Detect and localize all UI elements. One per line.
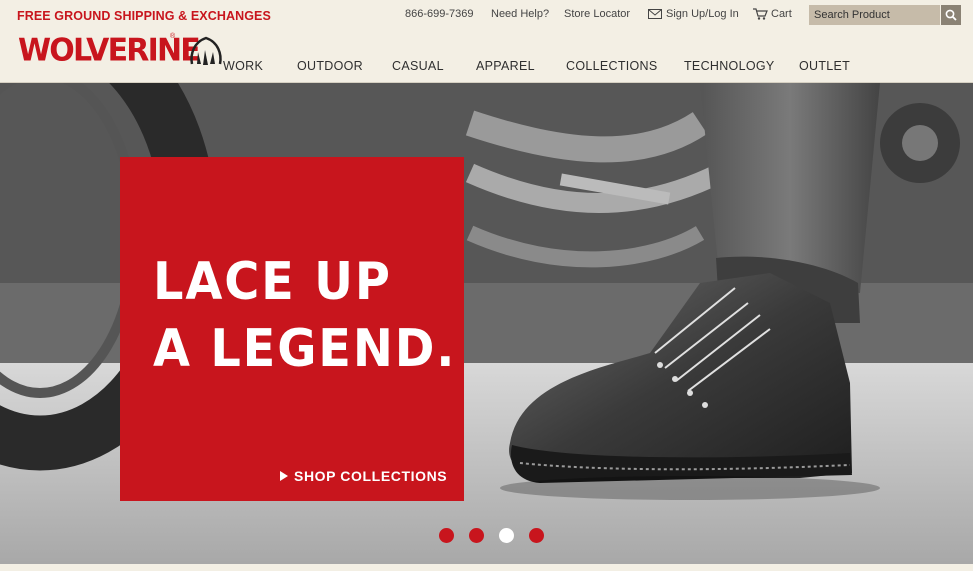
carousel-dot-1[interactable] xyxy=(439,528,454,543)
nav-outlet[interactable]: OUTLET xyxy=(799,59,850,73)
cart-label: Cart xyxy=(771,8,792,20)
nav-collections[interactable]: COLLECTIONS xyxy=(566,59,658,73)
envelope-icon xyxy=(648,9,662,19)
claw-logo-icon xyxy=(190,36,222,65)
need-help-link[interactable]: Need Help? xyxy=(491,8,549,20)
wolverine-logo[interactable]: WOLVERINE ® xyxy=(18,32,222,69)
free-shipping-promo[interactable]: FREE GROUND SHIPPING & EXCHANGES xyxy=(17,9,271,23)
search-input[interactable] xyxy=(809,5,940,25)
nav-apparel[interactable]: APPAREL xyxy=(476,59,535,73)
shop-collections-link[interactable]: SHOP COLLECTIONS xyxy=(280,468,447,484)
carousel-dot-3[interactable] xyxy=(499,528,514,543)
carousel-dot-2[interactable] xyxy=(469,528,484,543)
nav-technology[interactable]: TECHNOLOGY xyxy=(684,59,775,73)
store-locator-link[interactable]: Store Locator xyxy=(564,8,630,20)
cart-icon xyxy=(753,8,768,20)
hero-headline: LACE UP A LEGEND. xyxy=(153,252,457,379)
registered-mark: ® xyxy=(170,33,176,40)
hero-banner[interactable]: LACE UP A LEGEND. SHOP COLLECTIONS xyxy=(0,83,973,564)
nav-casual[interactable]: CASUAL xyxy=(392,59,444,73)
search-icon xyxy=(945,9,957,21)
carousel-dots xyxy=(439,528,544,543)
page-bottom-strip xyxy=(0,564,973,571)
carousel-dot-4[interactable] xyxy=(529,528,544,543)
phone-number[interactable]: 866-699-7369 xyxy=(405,8,474,20)
site-header: FREE GROUND SHIPPING & EXCHANGES WOLVERI… xyxy=(0,0,973,83)
nav-outdoor[interactable]: OUTDOOR xyxy=(297,59,363,73)
play-arrow-icon xyxy=(280,471,288,481)
search-button[interactable] xyxy=(941,5,961,25)
cart-link[interactable]: Cart xyxy=(753,8,792,20)
sign-in-label: Sign Up/Log In xyxy=(666,8,739,20)
sign-in-link[interactable]: Sign Up/Log In xyxy=(648,8,739,20)
shop-collections-label: SHOP COLLECTIONS xyxy=(294,468,448,484)
promo-card[interactable]: LACE UP A LEGEND. SHOP COLLECTIONS xyxy=(120,157,464,501)
nav-work[interactable]: WORK xyxy=(223,59,263,73)
